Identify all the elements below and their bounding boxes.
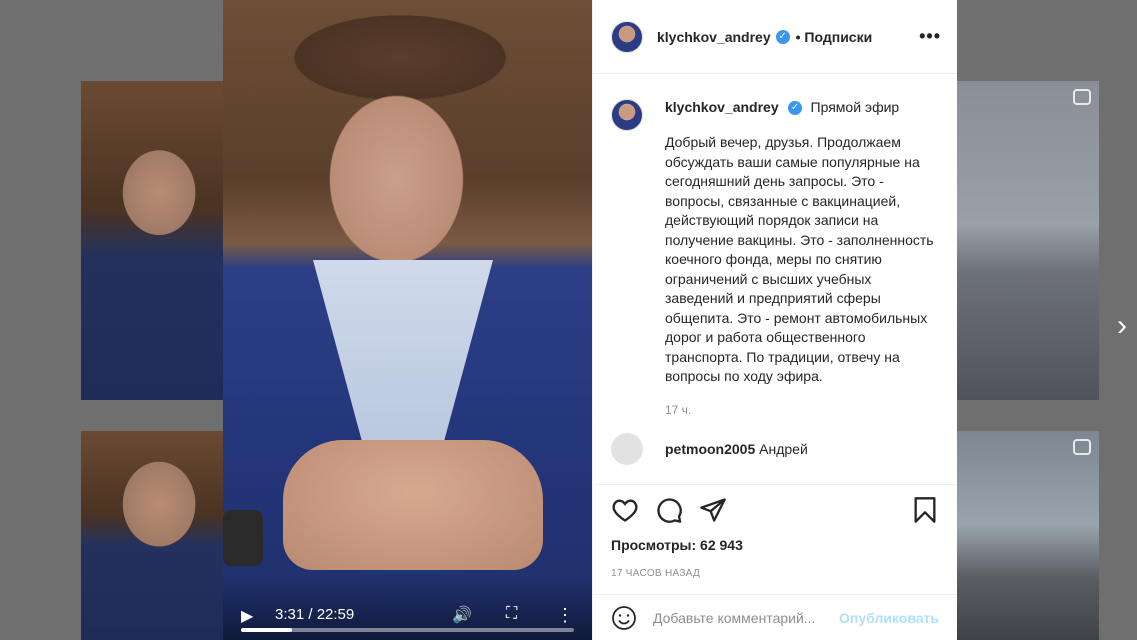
comment-input[interactable] — [653, 609, 840, 626]
comment-item: petmoon2005 Андрей — [611, 432, 939, 465]
video-frame-watch — [223, 510, 263, 566]
fullscreen-icon[interactable]: ⛶ — [506, 605, 517, 623]
verified-icon: ✓ — [775, 29, 790, 44]
caption-time[interactable]: 17 ч. — [665, 403, 937, 417]
bookmark-icon[interactable] — [911, 496, 939, 524]
grid-thumbnail[interactable] — [957, 81, 1099, 400]
grid-thumbnail[interactable] — [81, 431, 223, 640]
caption-avatar[interactable] — [611, 99, 643, 131]
author-username[interactable]: klychkov_andrey — [657, 29, 771, 45]
video-progress-fill — [241, 628, 292, 632]
play-icon[interactable]: ▶ — [241, 606, 253, 626]
video-progress-bar[interactable] — [241, 628, 574, 632]
video-frame-shirt — [313, 260, 493, 460]
post-actions: Просмотры: 62 943 17 ЧАСОВ НАЗАД — [593, 484, 957, 579]
video-more-icon[interactable]: ⋮ — [556, 605, 574, 626]
more-options-icon[interactable]: ••• — [919, 26, 941, 47]
heart-icon[interactable] — [611, 496, 639, 524]
post-timestamp[interactable]: 17 ЧАСОВ НАЗАД — [611, 568, 939, 579]
video-controls: ▶ 3:31 / 22:59 🔊 ⛶ ⋮ — [223, 576, 592, 640]
video-player[interactable]: ▶ 3:31 / 22:59 🔊 ⛶ ⋮ — [223, 0, 592, 640]
grid-thumbnail[interactable] — [81, 81, 223, 400]
next-post-arrow-icon[interactable]: › — [1110, 310, 1134, 342]
caption-title: Прямой эфир — [810, 99, 900, 115]
video-time: 3:31 / 22:59 — [275, 606, 355, 623]
commenter-username[interactable]: petmoon2005 — [665, 441, 755, 457]
volume-icon[interactable]: 🔊 — [452, 605, 472, 625]
commenter-avatar[interactable] — [611, 432, 643, 465]
action-icons-row — [611, 485, 939, 535]
verified-icon: ✓ — [788, 100, 803, 115]
share-icon[interactable] — [699, 496, 727, 524]
caption-body: klychkov_andrey ✓ Прямой эфир Добрый веч… — [665, 99, 937, 417]
publish-button[interactable]: Опубликовать — [839, 610, 939, 626]
view-count[interactable]: Просмотры: 62 943 — [611, 537, 939, 553]
grid-thumbnail[interactable] — [957, 431, 1099, 640]
carousel-badge-icon — [1073, 439, 1091, 455]
following-button[interactable]: • Подписки — [796, 29, 873, 45]
caption: klychkov_andrey ✓ Прямой эфир Добрый веч… — [611, 99, 939, 417]
comments-area[interactable]: klychkov_andrey ✓ Прямой эфир Добрый веч… — [593, 75, 957, 484]
post-modal: ▶ 3:31 / 22:59 🔊 ⛶ ⋮ klychkov_andrey ✓ •… — [223, 0, 957, 640]
comment-icon[interactable] — [655, 496, 683, 524]
post-header: klychkov_andrey ✓ • Подписки ••• — [593, 0, 957, 74]
emoji-icon[interactable] — [611, 605, 637, 631]
video-frame-hands — [283, 440, 543, 570]
video-badge-icon — [1073, 89, 1091, 105]
caption-username[interactable]: klychkov_andrey — [665, 99, 779, 115]
post-side-panel: klychkov_andrey ✓ • Подписки ••• klychko… — [592, 0, 957, 640]
caption-text: Добрый вечер, друзья. Продолжаем обсужда… — [665, 134, 934, 384]
comment-body: Андрей — [759, 440, 808, 457]
add-comment-bar: Опубликовать — [593, 594, 957, 640]
comment-text: petmoon2005 Андрей — [665, 441, 808, 457]
author-avatar[interactable] — [611, 20, 643, 53]
